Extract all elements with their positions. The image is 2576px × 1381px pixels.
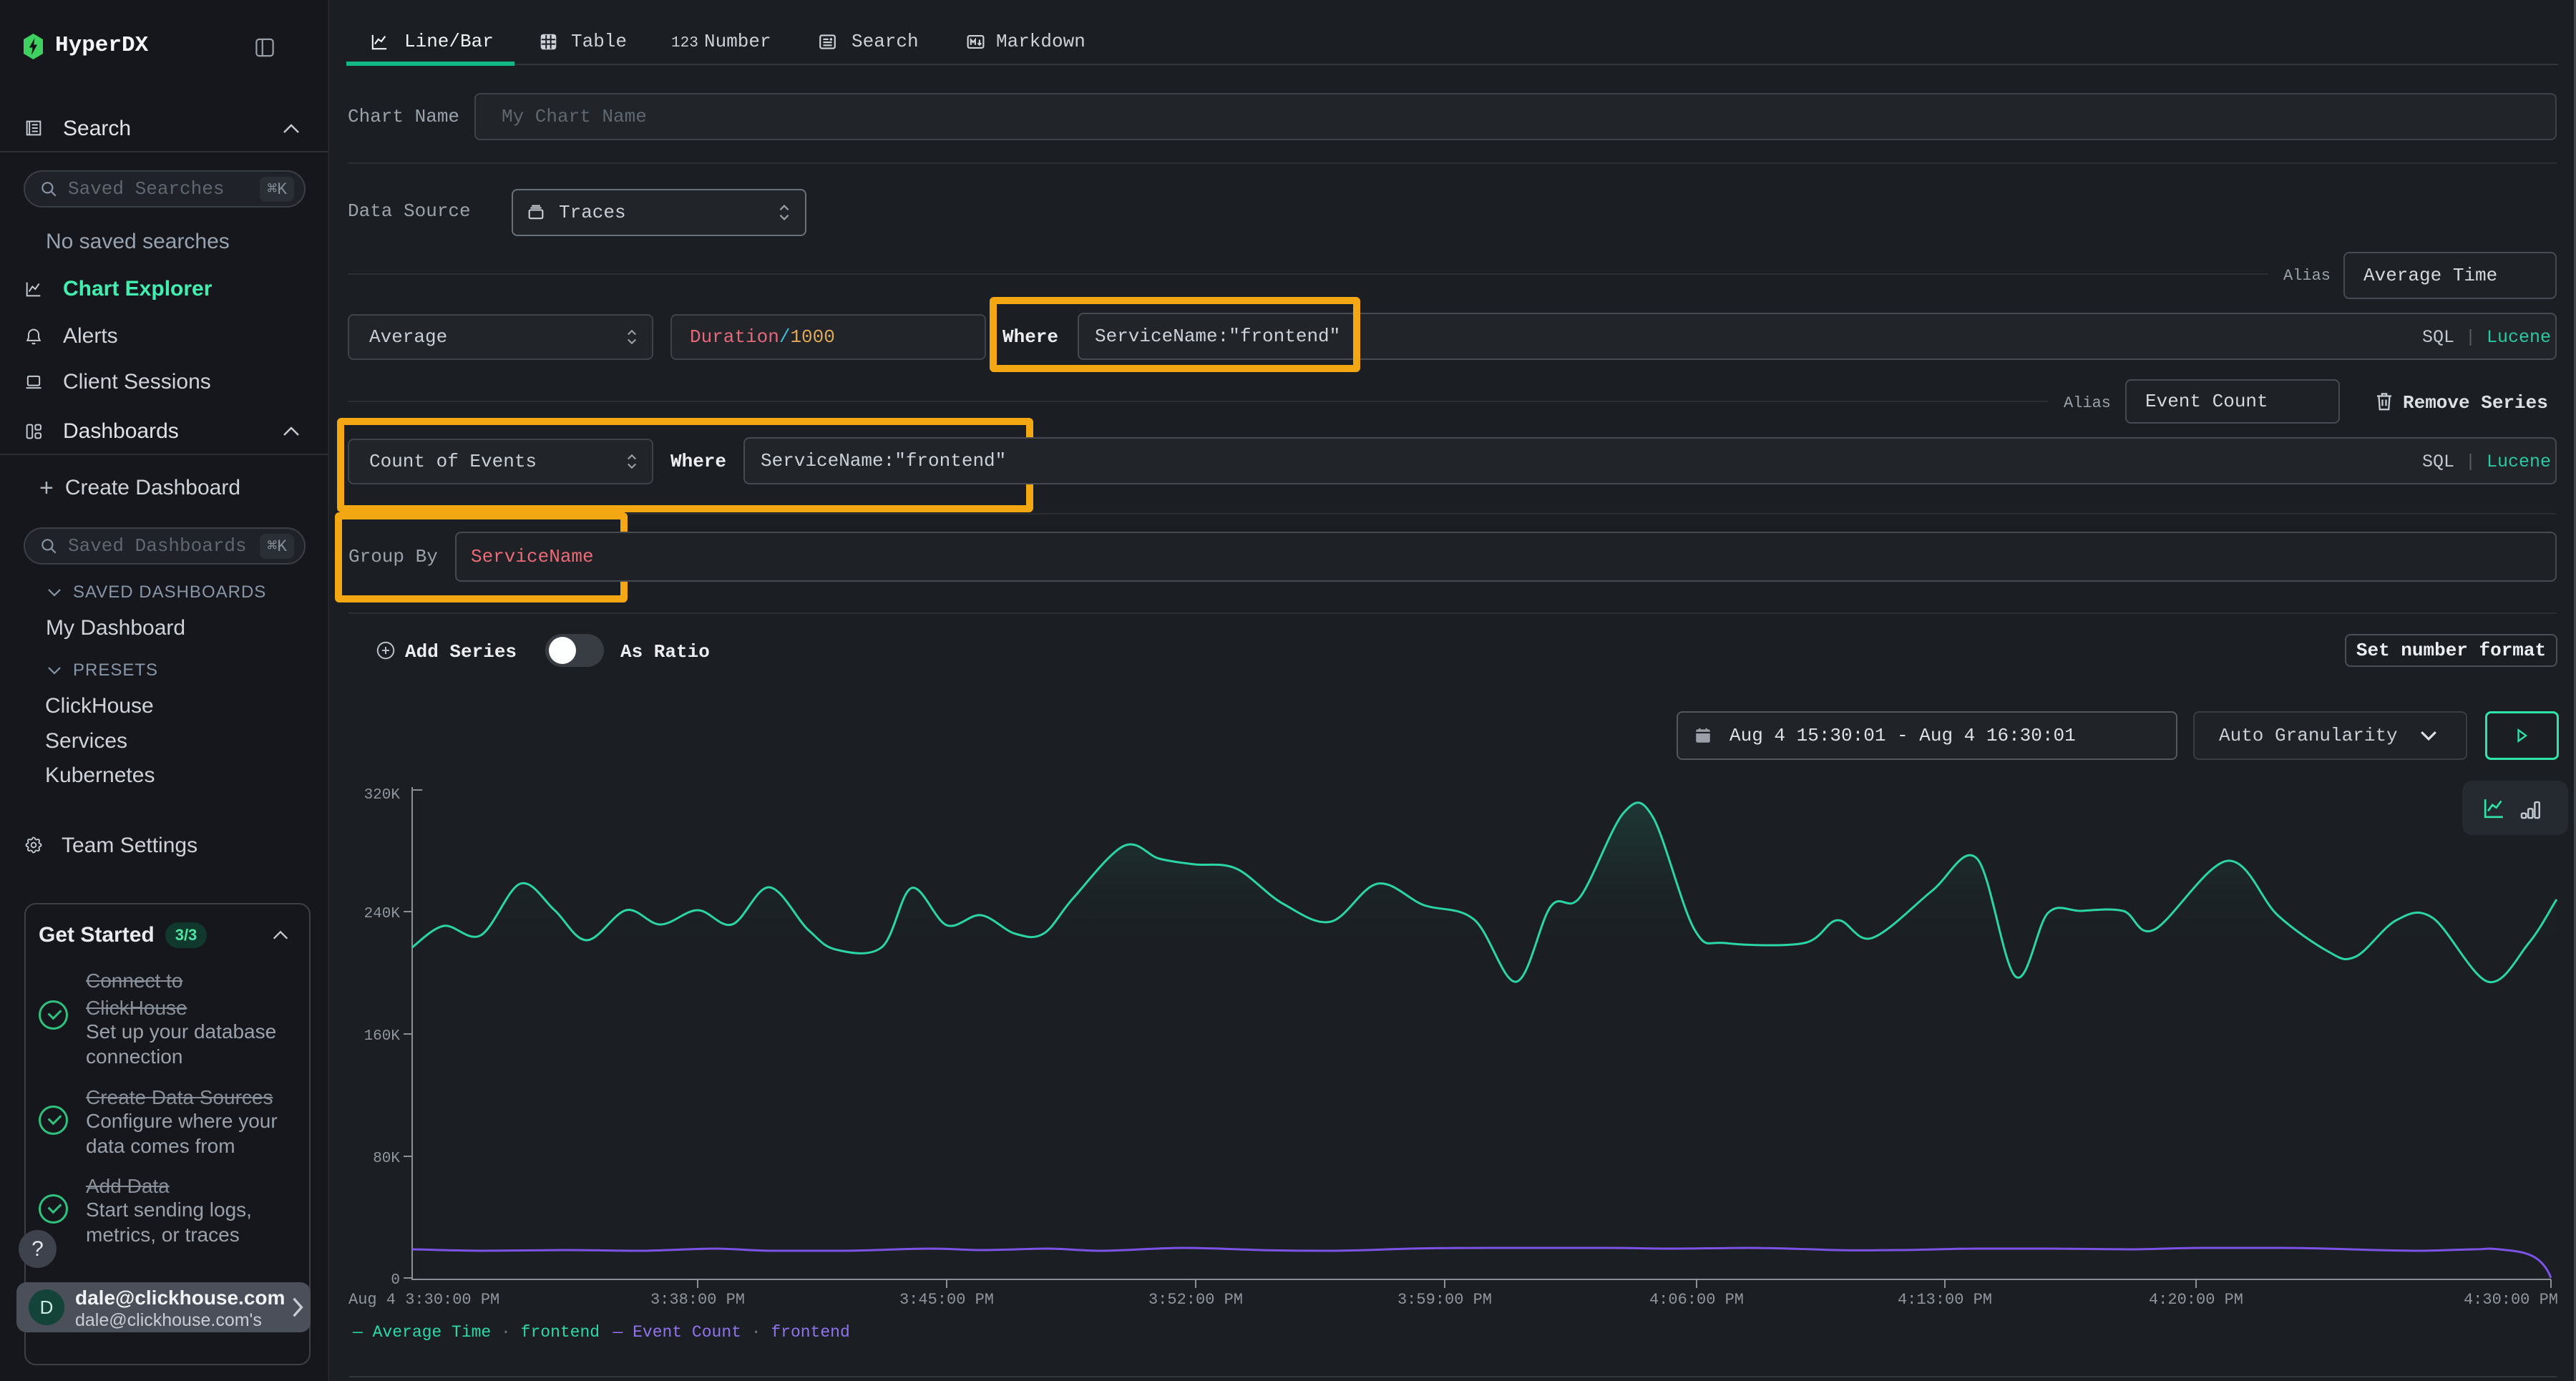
svg-text:3:59:00 PM: 3:59:00 PM	[1397, 1291, 1492, 1309]
svg-text:Aug 4 3:30:00 PM: Aug 4 3:30:00 PM	[348, 1291, 499, 1309]
svg-text:3:38:00 PM: 3:38:00 PM	[650, 1291, 745, 1309]
svg-text:240K: 240K	[364, 906, 401, 922]
svg-text:3:52:00 PM: 3:52:00 PM	[1148, 1291, 1243, 1309]
svg-text:320K: 320K	[364, 787, 401, 804]
svg-text:3:45:00 PM: 3:45:00 PM	[899, 1291, 994, 1309]
svg-text:4:13:00 PM: 4:13:00 PM	[1898, 1291, 1992, 1309]
svg-text:160K: 160K	[364, 1028, 401, 1045]
svg-text:4:30:00 PM: 4:30:00 PM	[2464, 1291, 2558, 1309]
svg-text:4:06:00 PM: 4:06:00 PM	[1649, 1291, 1744, 1309]
svg-text:0: 0	[391, 1272, 400, 1289]
svg-text:80K: 80K	[373, 1151, 400, 1167]
svg-text:4:20:00 PM: 4:20:00 PM	[2149, 1291, 2243, 1309]
